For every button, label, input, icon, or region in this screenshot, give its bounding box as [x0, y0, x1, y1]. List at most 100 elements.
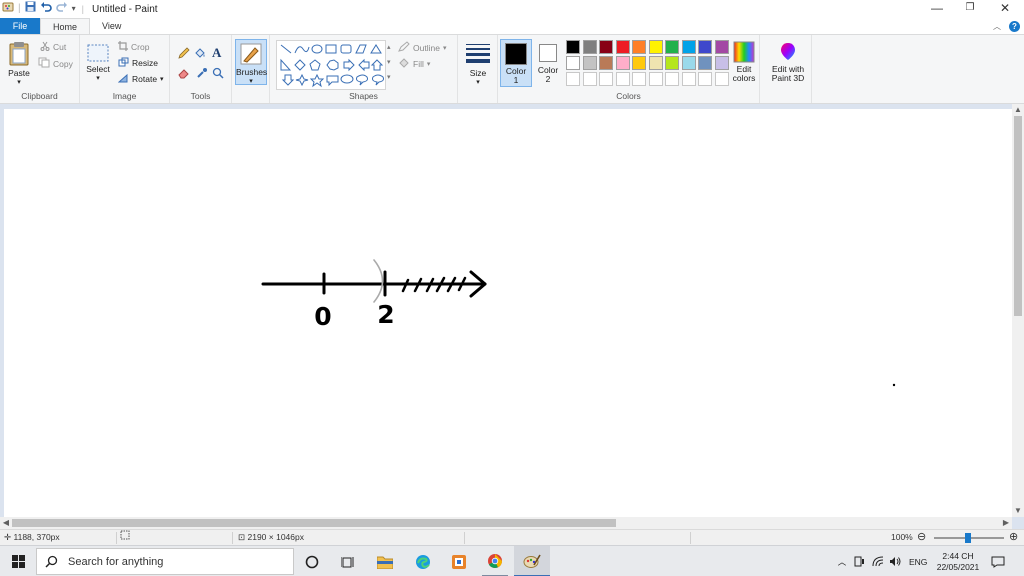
resize-button[interactable]: Resize: [118, 57, 158, 69]
color-swatch[interactable]: [566, 56, 580, 70]
eraser-icon[interactable]: [178, 67, 190, 81]
zoom-in-icon[interactable]: ⊕: [1009, 530, 1018, 546]
select-dropdown-icon[interactable]: ▾: [85, 74, 111, 83]
help-icon[interactable]: ?: [1009, 20, 1020, 32]
taskbar-file-explorer[interactable]: [372, 546, 398, 576]
text-tool-icon[interactable]: A: [212, 45, 221, 61]
custom-color-slot[interactable]: [698, 72, 712, 86]
volume-icon[interactable]: [889, 546, 901, 576]
scroll-up-icon[interactable]: ▲: [1012, 104, 1024, 116]
notification-center-icon[interactable]: [991, 546, 1005, 576]
color-swatch[interactable]: [681, 40, 696, 54]
shapes-gallery[interactable]: [276, 40, 386, 90]
color1-button[interactable]: Color 1: [500, 39, 532, 87]
color-swatch[interactable]: [582, 56, 597, 70]
paint-taskbar-icon: [523, 554, 541, 568]
edit-colors-button[interactable]: Edit colors: [728, 41, 760, 83]
custom-color-slot[interactable]: [648, 72, 663, 86]
taskbar-chrome[interactable]: [482, 546, 508, 576]
custom-color-slot[interactable]: [615, 72, 630, 86]
tab-home[interactable]: Home: [40, 18, 91, 34]
shapes-scroll-icon[interactable]: ▴ ▾ ▾: [387, 40, 393, 85]
taskbar-search-input[interactable]: Search for anything: [36, 548, 294, 575]
taskbar-paint[interactable]: [514, 546, 550, 576]
save-icon[interactable]: [25, 1, 36, 17]
horizontal-scroll-thumb[interactable]: [12, 519, 616, 527]
brushes-dropdown-icon[interactable]: ▾: [236, 77, 266, 86]
vertical-scrollbar[interactable]: ▲ ▼: [1012, 104, 1024, 517]
zoom-slider-thumb[interactable]: [965, 533, 971, 543]
select-button[interactable]: Select ▾: [85, 43, 111, 83]
color-picker-icon[interactable]: [196, 67, 208, 81]
taskbar-edge[interactable]: [410, 546, 436, 576]
paste-dropdown-icon[interactable]: ▾: [6, 78, 32, 87]
color-swatch[interactable]: [681, 56, 696, 70]
start-button[interactable]: [4, 546, 32, 576]
network-icon[interactable]: [872, 546, 884, 576]
pencil-icon[interactable]: [178, 47, 190, 61]
zoom-out-icon[interactable]: ⊖: [917, 530, 926, 546]
tab-file[interactable]: File: [0, 18, 40, 34]
clock[interactable]: 2:44 CH 22/05/2021: [933, 546, 983, 576]
scroll-left-icon[interactable]: ◀: [0, 517, 12, 529]
color-swatch[interactable]: [665, 56, 679, 70]
custom-color-slot[interactable]: [681, 72, 696, 86]
tray-overflow-icon[interactable]: ︿: [836, 546, 848, 576]
tab-view[interactable]: View: [90, 18, 133, 34]
color-swatch[interactable]: [582, 40, 597, 54]
size-dropdown-icon[interactable]: ▾: [464, 78, 492, 87]
taskbar-app[interactable]: [446, 546, 472, 576]
rotate-dropdown-icon[interactable]: ▾: [160, 75, 164, 83]
undo-icon[interactable]: [40, 1, 52, 17]
color-swatch[interactable]: [599, 56, 613, 70]
paste-button[interactable]: Paste ▾: [6, 41, 32, 87]
scroll-right-icon[interactable]: ▶: [1000, 517, 1012, 529]
language-indicator[interactable]: ENG: [909, 546, 927, 576]
rotate-button[interactable]: Rotate ▾: [117, 73, 164, 85]
customize-toolbar-icon[interactable]: ▾: [72, 2, 76, 16]
color2-button[interactable]: Color 2: [534, 39, 562, 87]
custom-color-slot[interactable]: [599, 72, 613, 86]
custom-color-slot[interactable]: [566, 72, 580, 86]
cut-button[interactable]: Cut: [40, 41, 66, 53]
minimize-button[interactable]: —: [920, 0, 954, 16]
brushes-button[interactable]: Brushes ▾: [235, 39, 267, 85]
crop-button[interactable]: Crop: [118, 41, 149, 53]
color-swatch[interactable]: [665, 40, 679, 54]
edit-with-paint3d-button[interactable]: Edit with Paint 3D: [766, 41, 810, 83]
size-button[interactable]: Size ▾: [464, 43, 492, 87]
vertical-scroll-thumb[interactable]: [1014, 116, 1022, 316]
drawing-canvas[interactable]: 0 2: [4, 109, 1012, 517]
tray-device-icon[interactable]: [854, 546, 865, 576]
fill-bucket-icon[interactable]: [194, 47, 206, 61]
copy-button[interactable]: Copy: [38, 57, 73, 70]
magnifier-icon[interactable]: [212, 67, 224, 81]
scroll-down-icon[interactable]: ▼: [1012, 505, 1024, 517]
custom-color-slot[interactable]: [714, 72, 729, 86]
redo-icon[interactable]: [55, 1, 68, 17]
task-view-button[interactable]: [336, 546, 360, 576]
color-swatch[interactable]: [698, 40, 712, 54]
fill-button[interactable]: Fill ▾: [398, 57, 430, 70]
custom-color-slot[interactable]: [632, 72, 646, 86]
color-swatch[interactable]: [714, 40, 729, 54]
image-size-icon: ⊡: [238, 532, 246, 542]
color-swatch[interactable]: [698, 56, 712, 70]
custom-color-slot[interactable]: [665, 72, 679, 86]
color-swatch[interactable]: [632, 56, 646, 70]
close-button[interactable]: ✕: [988, 0, 1022, 16]
cortana-button[interactable]: [300, 546, 324, 576]
horizontal-scrollbar[interactable]: ◀ ▶: [0, 517, 1012, 529]
color-swatch[interactable]: [615, 40, 630, 54]
restore-button[interactable]: ❐: [953, 0, 987, 16]
custom-color-slot[interactable]: [582, 72, 597, 86]
color-swatch[interactable]: [566, 40, 580, 54]
outline-button[interactable]: Outline ▾: [398, 41, 446, 54]
color-swatch[interactable]: [714, 56, 729, 70]
color-swatch[interactable]: [615, 56, 630, 70]
color-swatch[interactable]: [632, 40, 646, 54]
color-swatch[interactable]: [648, 56, 663, 70]
color-swatch[interactable]: [648, 40, 663, 54]
color-swatch[interactable]: [599, 40, 613, 54]
collapse-ribbon-icon[interactable]: ︿: [993, 21, 1001, 32]
